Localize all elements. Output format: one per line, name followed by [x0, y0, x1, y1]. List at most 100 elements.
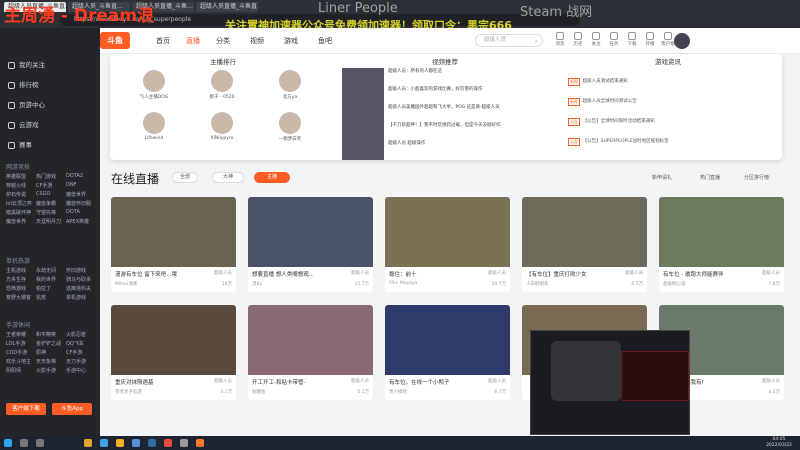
download-icon[interactable]: 下载: [624, 32, 640, 47]
sidebar-item-rank[interactable]: 排行榜: [8, 78, 39, 92]
app-icon[interactable]: [164, 439, 172, 447]
nav-category[interactable]: 分类: [216, 36, 230, 46]
nav-game[interactable]: 游戏: [284, 36, 298, 46]
sidebar-category[interactable]: 主机游戏: [6, 267, 36, 274]
sidebar-category[interactable]: APEX英雄: [66, 218, 96, 225]
sidebar-category[interactable]: 手游中心: [66, 367, 96, 374]
filter-all[interactable]: 全部: [172, 172, 198, 183]
anchor-item[interactable]: Lifewind: [134, 112, 174, 141]
sidebar-category[interactable]: 骑马与砍杀: [66, 276, 96, 283]
stream-thumbnail[interactable]: [248, 305, 373, 375]
sidebar-category[interactable]: 魔兽世界: [6, 218, 36, 225]
live-room-card[interactable]: 稳住：前十 超级人员 5S+ Meyaya 10.7万: [385, 197, 510, 292]
sidebar-category[interactable]: 原神: [36, 349, 66, 356]
explorer-icon[interactable]: [84, 439, 92, 447]
stream-thumbnail[interactable]: [248, 197, 373, 267]
browser-tab[interactable]: 超级人员直播_斗鱼直…: [196, 2, 258, 12]
chrome-icon[interactable]: [116, 439, 124, 447]
windows-start-icon[interactable]: [4, 439, 12, 447]
taskview-icon[interactable]: [36, 439, 44, 447]
live-room-card[interactable]: 【有车位】重庆打败少女 超级人员 小白鹤明先 6.5万: [522, 197, 647, 292]
live-room-card[interactable]: 漫游有车位 留下来吧...哦 超级人员 Mitsui清寒 16万: [111, 197, 236, 292]
nav-yuba[interactable]: 鱼吧: [318, 36, 332, 46]
sidebar-category[interactable]: 逃离塔科夫: [66, 285, 96, 292]
client-download-button[interactable]: 客户端下载: [6, 403, 46, 415]
sidebar-item-webgame[interactable]: 页游中心: [8, 98, 45, 112]
link-rank[interactable]: 分区排行榜: [744, 174, 769, 181]
douyu-logo[interactable]: 斗鱼: [100, 32, 130, 49]
filter-master[interactable]: 大神: [212, 172, 244, 183]
sidebar-category[interactable]: 金铲铲之战: [36, 340, 66, 347]
sidebar-category[interactable]: 炉石传说: [6, 191, 36, 198]
anchor-item[interactable]: 橙子 - 0520: [202, 70, 242, 100]
sidebar-category[interactable]: 魔兽世界: [66, 191, 96, 198]
nav-video[interactable]: 视频: [250, 36, 264, 46]
sidebar-category[interactable]: CF手游: [36, 182, 66, 189]
news-item[interactable]: 公告 【公告】SUPERPEOPLE战时地区规划标签: [568, 138, 669, 146]
video-item[interactable]: 超级人员：小超喜欢的游戏比赛，好厉害的操作: [342, 86, 548, 106]
sidebar-category[interactable]: 火影手游: [36, 367, 66, 374]
sidebar-category[interactable]: 守望先锋: [36, 209, 66, 216]
link-hot[interactable]: 热门直播: [700, 174, 720, 181]
sidebar-category[interactable]: 英雄联盟: [6, 173, 36, 180]
anchor-item[interactable]: 气人主播DOG: [134, 70, 174, 100]
app-icon[interactable]: [180, 439, 188, 447]
sidebar-category[interactable]: 天涯明月刀: [36, 218, 66, 225]
stream-thumbnail[interactable]: [385, 197, 510, 267]
sidebar-category[interactable]: 怀旧游戏: [66, 267, 96, 274]
sidebar-category[interactable]: 魔兽争霸: [36, 200, 66, 207]
edge-icon[interactable]: [100, 439, 108, 447]
sidebar-category[interactable]: 热门游戏: [36, 173, 66, 180]
anchor-item[interactable]: 一颗梦白笑: [270, 112, 310, 142]
message-icon[interactable]: 消息: [552, 32, 568, 47]
broadcast-icon[interactable]: 开播: [642, 32, 658, 47]
link-new[interactable]: 新申请礼: [652, 174, 672, 181]
sidebar-category[interactable]: 魔兽怀旧服: [66, 200, 96, 207]
stream-thumbnail[interactable]: [111, 305, 236, 375]
sidebar-category[interactable]: lol云顶之弈: [6, 200, 36, 207]
follow-icon[interactable]: 关注: [588, 32, 604, 47]
sidebar-category[interactable]: 欢乐斗地主: [6, 358, 36, 365]
sidebar-category[interactable]: 恐怖游戏: [6, 285, 36, 292]
app-download-button[interactable]: 斗鱼App: [52, 403, 92, 415]
live-room-card[interactable]: 开工开工-和粘卡带管- 超级人员 粘糖鱼 5.1万: [248, 305, 373, 400]
sidebar-category[interactable]: DOTA: [66, 209, 96, 216]
video-item[interactable]: 超级人员：所有的人都在这: [342, 68, 548, 88]
stream-thumbnail[interactable]: [111, 197, 236, 267]
app-icon[interactable]: [148, 439, 156, 447]
sidebar-category[interactable]: 穿越火线: [6, 182, 36, 189]
sidebar-category[interactable]: 荒野大镖客: [6, 294, 36, 301]
anchor-item[interactable]: 北方ya: [270, 70, 310, 100]
nav-home[interactable]: 首页: [156, 36, 170, 46]
sidebar-category[interactable]: 我的世界: [36, 276, 66, 283]
taskbar-clock[interactable]: 04:05 2022/03/22: [766, 437, 792, 449]
sidebar-category[interactable]: 王者荣耀: [6, 331, 36, 338]
sidebar-category[interactable]: 天天象棋: [36, 358, 66, 365]
stream-thumbnail[interactable]: [522, 197, 647, 267]
sidebar-category[interactable]: 暗黑破坏神: [6, 209, 36, 216]
sidebar-category[interactable]: 方舟生存: [6, 276, 36, 283]
sidebar-category[interactable]: 火影忍者: [66, 331, 96, 338]
steam-icon[interactable]: [132, 439, 140, 447]
video-item[interactable]: 超级人员 超级操作: [342, 140, 548, 160]
user-avatar[interactable]: [674, 33, 690, 49]
stream-thumbnail[interactable]: [659, 197, 784, 267]
live-room-card[interactable]: 有车位，在线一个小鸭子 超级人员 贵小摸哈 6.7万: [385, 305, 510, 400]
sidebar-category[interactable]: DNF: [66, 182, 96, 189]
anchor-item[interactable]: XiNilypyro: [202, 112, 242, 141]
sidebar-category[interactable]: 帕拉丁: [36, 285, 66, 292]
video-item[interactable]: 超级人员美魔国外超越和飞大举，POG 这是真·超级人员: [342, 104, 548, 124]
sidebar-category[interactable]: 永劫无间: [36, 267, 66, 274]
search-input[interactable]: 超级人员 ⌕: [475, 34, 543, 47]
sidebar-category[interactable]: LOL手游: [6, 340, 36, 347]
sidebar-category[interactable]: 饥荒: [36, 294, 66, 301]
search-icon[interactable]: [20, 439, 28, 447]
news-item[interactable]: 新闻 超级人员全球时间测试公告: [568, 98, 637, 106]
sidebar-item-esports[interactable]: 赛事: [8, 138, 32, 152]
task-icon[interactable]: 任务: [606, 32, 622, 47]
app-icon[interactable]: [196, 439, 204, 447]
news-item[interactable]: 公告 【公告】全球时间限时活动结束通知: [568, 118, 655, 126]
sidebar-category[interactable]: COD手游: [6, 349, 36, 356]
sidebar-category[interactable]: DOTA2: [66, 173, 96, 180]
live-room-card[interactable]: 想要直播 想人类嘴想观... 超级人员 漠Bu 15.7万: [248, 197, 373, 292]
